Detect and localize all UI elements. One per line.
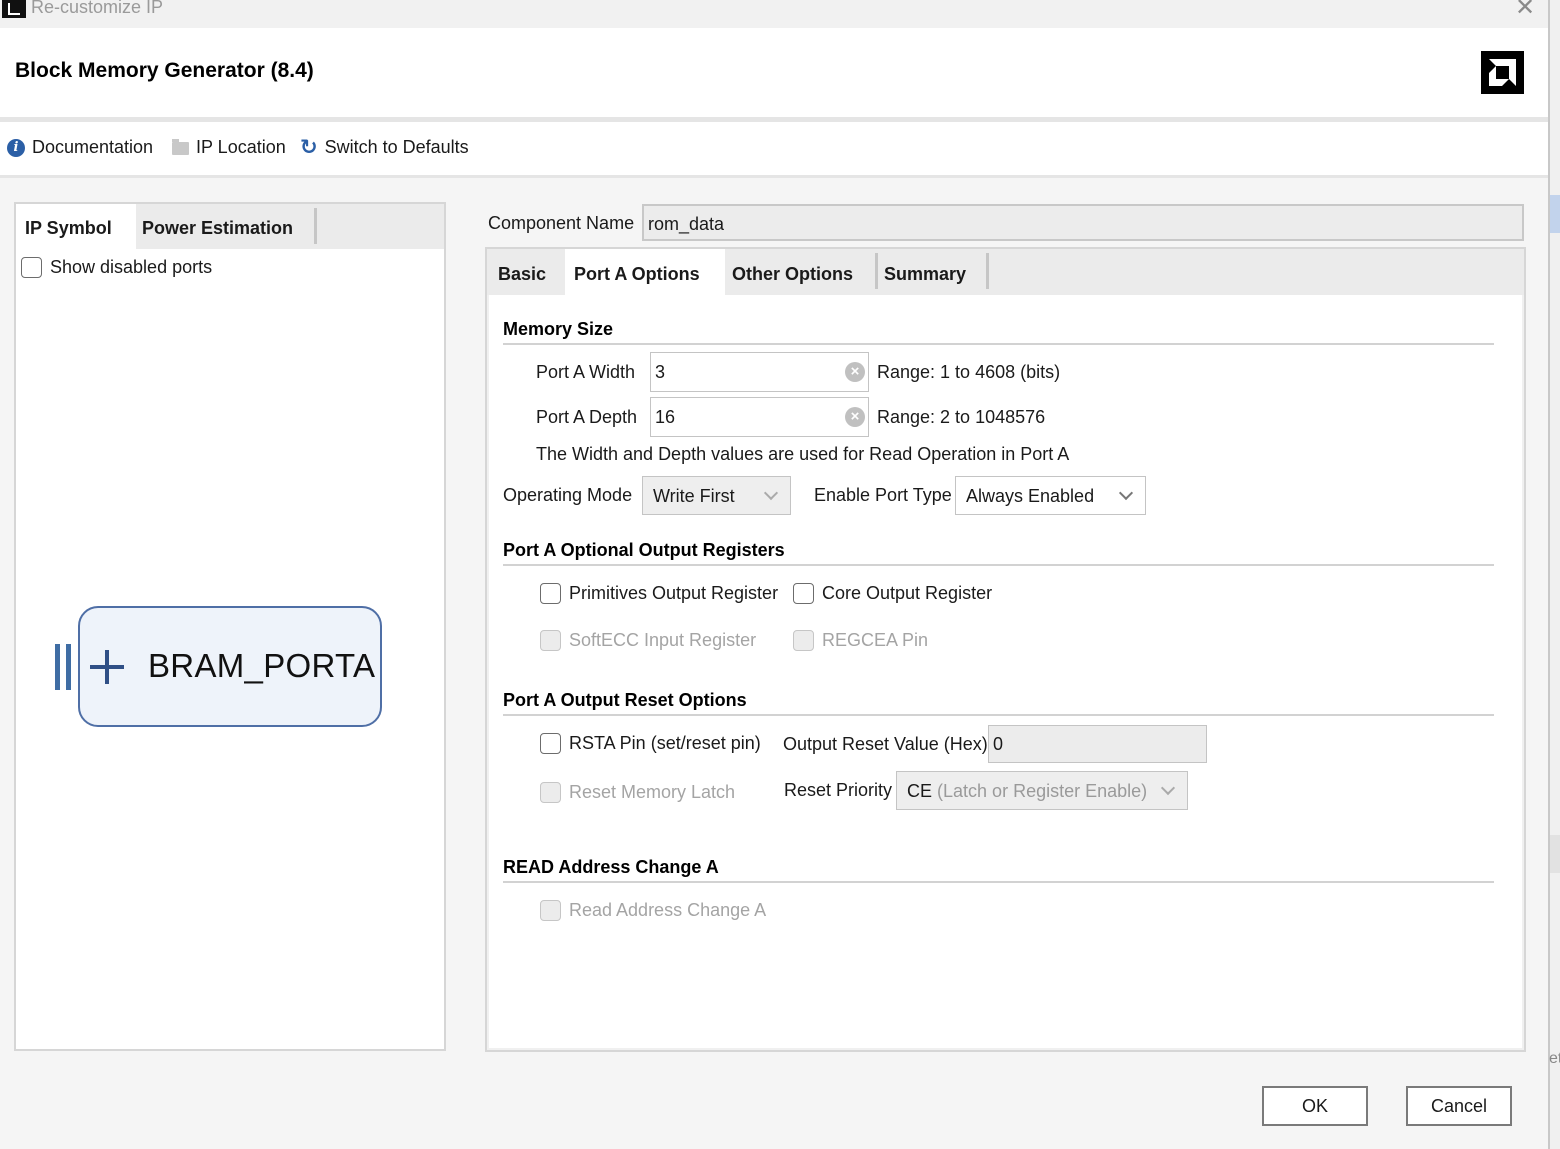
softecc-input-register-label: SoftECC Input Register xyxy=(569,630,757,650)
read-address-change-a-label: Read Address Change A xyxy=(569,900,767,920)
read-address-change-a-checkbox: Read Address Change A xyxy=(540,900,766,921)
tab-ip-symbol[interactable]: IP Symbol xyxy=(16,204,136,249)
enable-port-type-value: Always Enabled xyxy=(966,486,1095,506)
checkbox xyxy=(793,630,814,651)
ip-location-label: IP Location xyxy=(196,137,286,157)
port-a-depth-value: 16 xyxy=(655,407,676,427)
chevron-down-icon xyxy=(1160,780,1176,796)
section-divider xyxy=(503,881,1494,883)
operating-mode-select[interactable]: Write First xyxy=(642,476,791,515)
title-bar: Re-customize IP ✕ xyxy=(0,0,1548,28)
port-a-depth-range: Range: 2 to 1048576 xyxy=(877,407,1046,427)
chevron-down-icon xyxy=(1118,485,1134,501)
background-text: et xyxy=(1549,1050,1560,1067)
plus-icon[interactable] xyxy=(88,644,128,688)
width-depth-note: The Width and Depth values are used for … xyxy=(536,444,1070,464)
chevron-down-icon xyxy=(763,485,779,501)
port-a-width-range: Range: 1 to 4608 (bits) xyxy=(877,362,1061,382)
background-window-edge xyxy=(1548,0,1560,1149)
divider xyxy=(0,175,1548,178)
port-a-width-label: Port A Width xyxy=(536,362,636,382)
reset-memory-latch-label: Reset Memory Latch xyxy=(569,782,736,802)
background-row xyxy=(1550,835,1560,873)
info-icon: i xyxy=(7,138,25,157)
ok-button[interactable]: OK xyxy=(1262,1086,1368,1126)
brand-logo-icon xyxy=(1481,51,1524,94)
primitives-output-register-label: Primitives Output Register xyxy=(569,583,779,603)
core-output-register-label: Core Output Register xyxy=(822,583,993,603)
rsta-pin-checkbox[interactable]: RSTA Pin (set/reset pin) xyxy=(540,733,761,754)
checkbox xyxy=(540,900,561,921)
ip-location-button[interactable]: IP Location xyxy=(172,137,286,158)
component-name-label: Component Name xyxy=(488,213,635,233)
section-divider xyxy=(503,564,1494,566)
port-a-depth-input[interactable]: 16 × xyxy=(650,397,869,437)
app-icon xyxy=(2,0,26,18)
core-output-register-checkbox[interactable]: Core Output Register xyxy=(793,583,992,604)
section-divider xyxy=(503,714,1494,716)
tab-other-options[interactable]: Other Options xyxy=(725,249,875,295)
tab-basic[interactable]: Basic xyxy=(489,249,565,295)
port-bus-icon xyxy=(66,644,71,690)
cancel-button[interactable]: Cancel xyxy=(1406,1086,1512,1126)
operating-mode-value: Write First xyxy=(653,486,735,506)
tab-port-a-options[interactable]: Port A Options xyxy=(565,249,725,295)
close-icon[interactable]: ✕ xyxy=(1512,0,1538,22)
output-reset-value-label: Output Reset Value (Hex) xyxy=(783,734,988,754)
bram-porta-label: BRAM_PORTA xyxy=(148,647,376,684)
component-name-input[interactable]: rom_data xyxy=(642,204,1524,241)
clear-icon[interactable]: × xyxy=(845,362,865,382)
checkbox[interactable] xyxy=(793,583,814,604)
port-a-depth-label: Port A Depth xyxy=(536,407,638,427)
port-bus-icon xyxy=(55,644,60,690)
port-a-width-value: 3 xyxy=(655,362,666,382)
regcea-pin-checkbox: REGCEA Pin xyxy=(793,630,928,651)
memory-size-heading: Memory Size xyxy=(503,319,614,339)
reset-priority-label: Reset Priority xyxy=(784,780,893,800)
reset-memory-latch-checkbox: Reset Memory Latch xyxy=(540,782,735,803)
enable-port-type-label: Enable Port Type xyxy=(814,485,952,505)
checkbox[interactable] xyxy=(540,733,561,754)
recustomize-ip-dialog: Re-customize IP ✕ Block Memory Generator… xyxy=(0,0,1548,1149)
documentation-button[interactable]: i Documentation xyxy=(7,137,153,158)
reset-priority-value-prefix: CE xyxy=(907,781,933,801)
page-title: Block Memory Generator (8.4) xyxy=(15,59,314,82)
regcea-pin-label: REGCEA Pin xyxy=(822,630,929,650)
section-divider xyxy=(503,343,1494,345)
rsta-pin-label: RSTA Pin (set/reset pin) xyxy=(569,733,761,753)
tab-divider xyxy=(986,253,989,289)
dialog-header: Block Memory Generator (8.4) xyxy=(0,28,1548,117)
reset-priority-select[interactable]: CE (Latch or Register Enable) xyxy=(896,771,1188,810)
checkbox[interactable] xyxy=(21,257,42,278)
window-title: Re-customize IP xyxy=(31,0,164,17)
folder-icon xyxy=(172,138,189,155)
operating-mode-label: Operating Mode xyxy=(503,485,633,505)
output-reset-options-heading: Port A Output Reset Options xyxy=(503,690,747,710)
port-a-width-input[interactable]: 3 × xyxy=(650,352,869,392)
enable-port-type-select[interactable]: Always Enabled xyxy=(955,476,1146,515)
primitives-output-register-checkbox[interactable]: Primitives Output Register xyxy=(540,583,778,604)
toolbar: i Documentation IP Location ↻ Switch to … xyxy=(0,122,1548,175)
checkbox[interactable] xyxy=(540,583,561,604)
clear-icon[interactable]: × xyxy=(845,407,865,427)
show-disabled-ports-checkbox[interactable]: Show disabled ports xyxy=(21,257,212,278)
optional-output-registers-heading: Port A Optional Output Registers xyxy=(503,540,785,560)
softecc-input-register-checkbox: SoftECC Input Register xyxy=(540,630,756,651)
checkbox xyxy=(540,630,561,651)
checkbox xyxy=(540,782,561,803)
show-disabled-ports-label: Show disabled ports xyxy=(50,257,213,277)
tab-divider xyxy=(314,208,317,244)
tab-summary[interactable]: Summary xyxy=(878,249,986,295)
read-address-change-heading: READ Address Change A xyxy=(503,857,719,877)
config-tab-bar: Basic Port A Options Other Options Summa… xyxy=(487,249,1524,295)
tab-power-estimation[interactable]: Power Estimation xyxy=(136,204,314,249)
left-tab-bar: IP Symbol Power Estimation xyxy=(16,204,444,249)
output-reset-value-input[interactable]: 0 xyxy=(988,725,1207,763)
switch-to-defaults-label: Switch to Defaults xyxy=(324,137,469,157)
switch-to-defaults-button[interactable]: ↻ Switch to Defaults xyxy=(300,137,469,158)
background-selected-row xyxy=(1550,195,1560,233)
reset-priority-value-suffix: (Latch or Register Enable) xyxy=(937,781,1148,801)
documentation-label: Documentation xyxy=(32,137,154,157)
refresh-icon: ↻ xyxy=(300,135,318,159)
